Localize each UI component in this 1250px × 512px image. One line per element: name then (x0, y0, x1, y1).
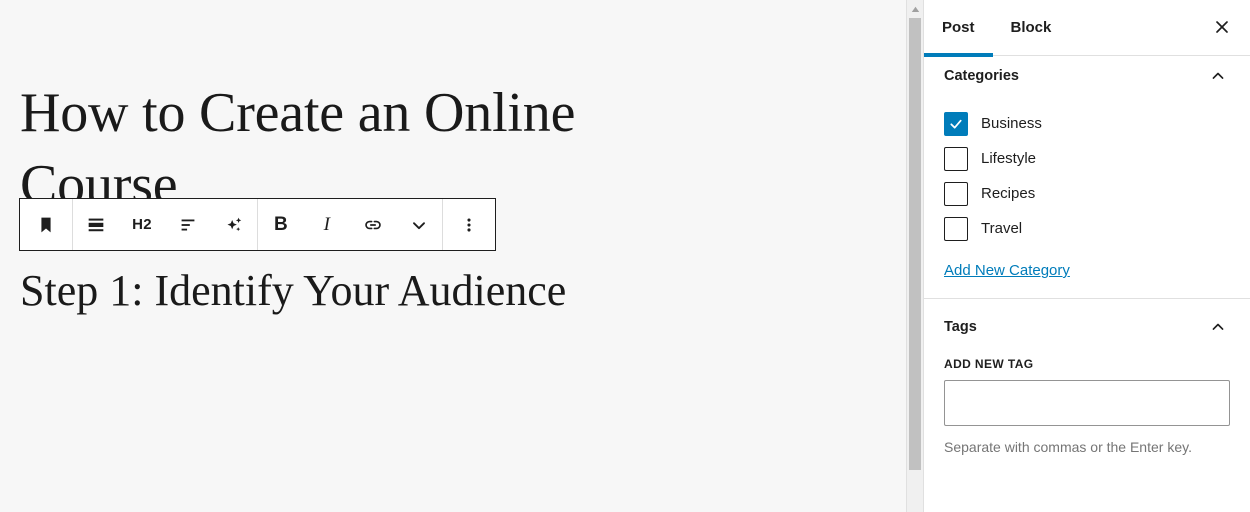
tags-panel-title: Tags (944, 319, 977, 335)
sparkles-icon (223, 214, 245, 236)
tab-block-label: Block (1010, 19, 1052, 36)
italic-label: I (323, 213, 331, 235)
editor-canvas[interactable]: How to Create an Online Course Step 1: I… (0, 0, 906, 512)
tags-help-text: Separate with commas or the Enter key. (944, 439, 1192, 455)
post-settings-sidebar: Post Block Categories Business Lifestyle… (923, 0, 1250, 512)
chevron-up-icon (1206, 315, 1230, 339)
bookmark-icon (35, 214, 57, 236)
tab-post[interactable]: Post (924, 0, 993, 57)
align-left-icon (177, 214, 199, 236)
category-checkbox-recipes[interactable]: Recipes (944, 176, 1230, 211)
sidebar-tabs: Post Block (924, 0, 1250, 57)
scrollbar-thumb[interactable] (909, 18, 921, 470)
tags-panel: Tags ADD NEW TAG Separate with commas or… (924, 307, 1250, 473)
categories-panel-header[interactable]: Categories (924, 56, 1250, 96)
category-label: Recipes (981, 185, 1036, 202)
heading-level-button[interactable]: H2 (119, 199, 165, 250)
heading-block-icon (85, 214, 107, 236)
heading-block-h2[interactable]: Step 1: Identify Your Audience (20, 264, 566, 318)
categories-panel: Categories Business Lifestyle Recipes Tr… (924, 56, 1250, 299)
heading-block-icon-button[interactable] (73, 199, 119, 250)
tab-post-label: Post (942, 19, 975, 36)
triangle-up-icon (911, 0, 920, 18)
toolbar-group-formatting: B I (258, 199, 443, 250)
close-sidebar-button[interactable] (1202, 8, 1242, 48)
category-label: Lifestyle (981, 150, 1037, 167)
scroll-up-arrow-button[interactable] (907, 0, 923, 17)
more-formats-button[interactable] (396, 199, 442, 250)
link-button[interactable] (350, 199, 396, 250)
categories-panel-title: Categories (944, 68, 1019, 84)
heading-level-label: H2 (132, 216, 152, 233)
toolbar-group-block-type (20, 199, 73, 250)
link-icon (362, 214, 384, 236)
chevron-up-icon (1206, 64, 1230, 88)
add-new-tag-input[interactable] (944, 380, 1230, 426)
tab-block[interactable]: Block (993, 0, 1070, 56)
toolbar-group-options (443, 199, 495, 250)
block-options-button[interactable] (443, 199, 495, 250)
category-checkbox-travel[interactable]: Travel (944, 211, 1230, 246)
category-checkbox-lifestyle[interactable]: Lifestyle (944, 141, 1230, 176)
sidebar-scrollbar[interactable] (906, 0, 923, 512)
wordpress-block-editor: How to Create an Online Course Step 1: I… (0, 0, 1250, 512)
close-icon (1212, 17, 1232, 40)
italic-button[interactable]: I (304, 199, 350, 250)
checkbox-box[interactable] (944, 146, 968, 171)
add-new-category-link[interactable]: Add New Category (944, 262, 1070, 279)
chevron-down-icon (408, 214, 430, 236)
category-checkbox-business[interactable]: Business (944, 106, 1230, 141)
bold-button[interactable]: B (258, 199, 304, 250)
add-new-tag-label: ADD NEW TAG (944, 357, 1034, 371)
align-button[interactable] (165, 199, 211, 250)
checkbox-box[interactable] (944, 181, 968, 206)
block-type-button[interactable] (20, 199, 72, 250)
category-label: Travel (981, 220, 1023, 237)
categories-panel-body: Business Lifestyle Recipes Travel Add Ne… (924, 96, 1250, 298)
bold-label: B (273, 213, 289, 235)
tags-panel-header[interactable]: Tags (924, 307, 1250, 347)
checkbox-box[interactable] (944, 111, 968, 136)
category-label: Business (981, 115, 1042, 132)
checkbox-box[interactable] (944, 216, 968, 241)
ai-assist-button[interactable] (211, 199, 257, 250)
block-toolbar: H2 B I (19, 198, 496, 251)
more-vertical-icon (458, 214, 480, 236)
tags-panel-body: ADD NEW TAG Separate with commas or the … (924, 347, 1250, 473)
toolbar-group-block-settings: H2 (73, 199, 258, 250)
